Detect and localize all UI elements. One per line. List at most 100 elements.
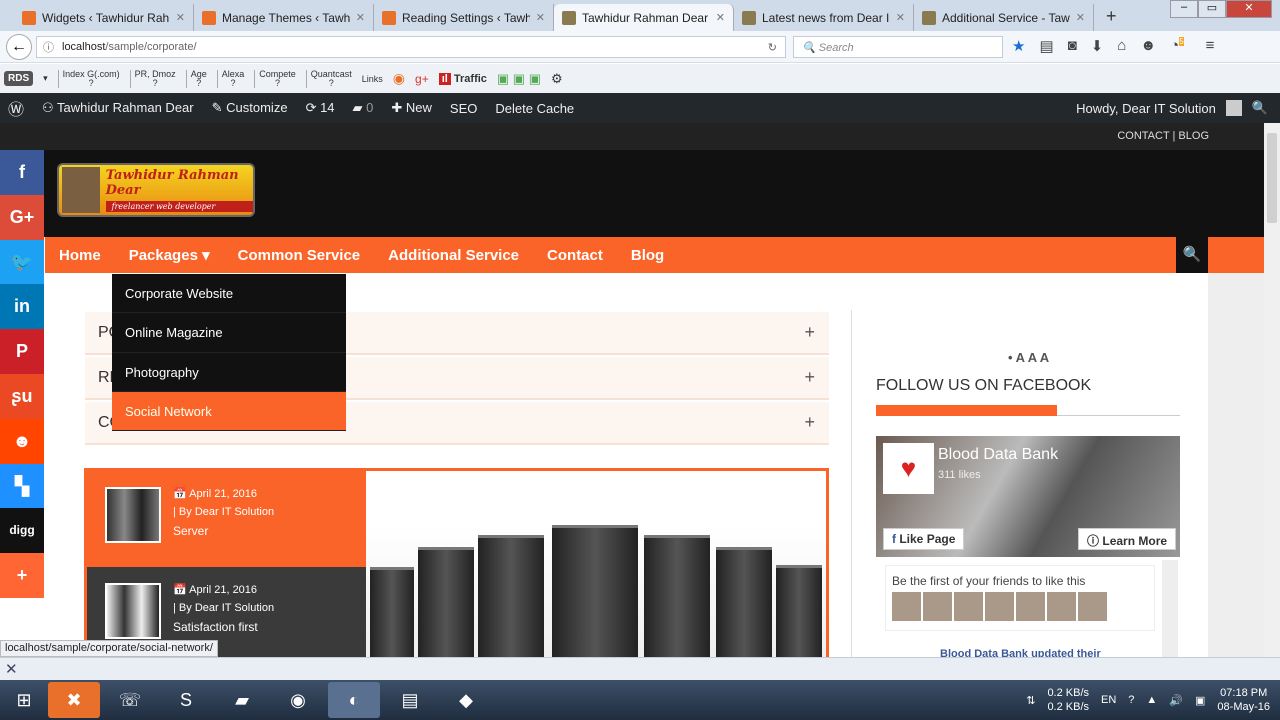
- home-icon[interactable]: ⌂: [1117, 37, 1126, 55]
- search-input[interactable]: 🔍 Search: [793, 36, 1003, 58]
- share-button[interactable]: P: [0, 329, 44, 374]
- featured-image[interactable]: [366, 471, 826, 657]
- close-icon[interactable]: ✕: [176, 11, 185, 24]
- help-icon[interactable]: ?: [1128, 694, 1134, 706]
- minimize-button[interactable]: –: [1170, 0, 1198, 18]
- nav-contact[interactable]: Contact: [533, 247, 617, 264]
- url-bar[interactable]: ⓘ localhost/sample/corporate/↻: [36, 36, 786, 58]
- page-scrollbar[interactable]: [1264, 123, 1280, 657]
- comments-link[interactable]: ▰ 0: [353, 100, 374, 116]
- tab-reading-settings[interactable]: Reading Settings ‹ Tawh... ✕: [374, 4, 554, 31]
- avatar[interactable]: [1225, 100, 1242, 116]
- volume-icon[interactable]: 🔊: [1169, 694, 1183, 707]
- network-icon[interactable]: ▣: [1195, 694, 1205, 707]
- menu-item-photography[interactable]: Photography: [112, 353, 346, 392]
- search-icon[interactable]: 🔍: [1252, 100, 1268, 116]
- settings-icon[interactable]: ⚙: [551, 71, 563, 87]
- reload-icon[interactable]: ↻: [768, 41, 777, 54]
- nav-additional-service[interactable]: Additional Service: [374, 247, 533, 264]
- explorer-app[interactable]: ▤: [384, 682, 436, 718]
- skype-app[interactable]: S: [160, 682, 212, 718]
- close-icon[interactable]: ✕: [5, 661, 18, 678]
- pr-stat[interactable]: PR, Dmoz?: [129, 69, 176, 88]
- close-icon[interactable]: ✕: [356, 11, 365, 24]
- fb-page-name[interactable]: Blood Data Bank: [938, 446, 1058, 464]
- customize-link[interactable]: ✎ Customize: [212, 100, 288, 116]
- tab-active[interactable]: Tawhidur Rahman Dear ... ✕: [554, 4, 734, 31]
- chat-icon[interactable]: ☻: [1140, 37, 1156, 55]
- new-tab-button[interactable]: +: [1106, 6, 1117, 27]
- like-page-button[interactable]: f Like Page: [883, 528, 965, 550]
- notes-app[interactable]: ▰: [216, 682, 268, 718]
- close-icon[interactable]: ✕: [1076, 11, 1085, 24]
- share-button[interactable]: +: [0, 553, 44, 598]
- viber-app[interactable]: ☏: [104, 682, 156, 718]
- site-logo[interactable]: Tawhidur Rahman Dear freelancer web devel…: [57, 163, 255, 217]
- menu-item-social-network[interactable]: Social Network: [112, 391, 346, 432]
- tab-latest-news[interactable]: Latest news from Dear I... ✕: [734, 4, 914, 31]
- share-button[interactable]: ʂu: [0, 373, 44, 419]
- chrome-app[interactable]: ◉: [272, 682, 324, 718]
- app-icon[interactable]: ◆: [440, 682, 492, 718]
- plus-icon[interactable]: +: [804, 412, 815, 433]
- language-indicator[interactable]: EN: [1101, 694, 1116, 706]
- back-button[interactable]: ←: [6, 34, 32, 60]
- new-link[interactable]: ✚ New: [391, 100, 432, 116]
- share-button[interactable]: 🐦: [0, 239, 44, 285]
- search-icon[interactable]: 🔍: [1176, 237, 1208, 273]
- plus-icon[interactable]: +: [804, 322, 815, 343]
- bookmark-star-icon[interactable]: ★: [1012, 37, 1025, 55]
- share-button[interactable]: G+: [0, 194, 44, 240]
- top-links[interactable]: CONTACT | BLOG: [0, 123, 1264, 150]
- close-icon[interactable]: ✕: [716, 11, 725, 24]
- nav-blog[interactable]: Blog: [617, 247, 678, 264]
- download-icon[interactable]: ⬇: [1091, 37, 1104, 55]
- gplus-icon[interactable]: g+: [415, 72, 429, 86]
- howdy-link[interactable]: Howdy, Dear IT Solution: [1076, 101, 1216, 116]
- share-button[interactable]: f: [0, 150, 44, 195]
- tab-additional-service[interactable]: Additional Service - Taw... ✕: [914, 4, 1094, 31]
- rds-button[interactable]: RDS: [4, 71, 34, 86]
- compete-stat[interactable]: Compete?: [254, 69, 296, 88]
- menu-icon[interactable]: ≡: [1206, 37, 1215, 55]
- clock[interactable]: 07:18 PM 08-May-16: [1217, 686, 1270, 714]
- addon-icon[interactable]: ◔5: [1170, 37, 1184, 55]
- quantcast-stat[interactable]: Quantcast?: [305, 69, 352, 88]
- nav-packages[interactable]: Packages ▾: [115, 246, 224, 264]
- site-name-link[interactable]: ⚇ Tawhidur Rahman Dear: [42, 100, 194, 116]
- post-item[interactable]: 📅 April 21, 2016 | By Dear IT Solution Ser…: [87, 471, 366, 567]
- delete-cache-link[interactable]: Delete Cache: [495, 101, 574, 116]
- fb-page-logo[interactable]: ♥: [883, 443, 934, 494]
- wordpress-icon[interactable]: Ⓦ: [8, 96, 24, 120]
- close-window-button[interactable]: ✕: [1226, 0, 1272, 18]
- firefox-app[interactable]: ◐: [328, 682, 380, 718]
- menu-item-online-magazine[interactable]: Online Magazine: [112, 313, 346, 353]
- xampp-app[interactable]: ✖: [48, 682, 100, 718]
- info-icon[interactable]: ⓘ: [43, 39, 54, 55]
- close-icon[interactable]: ✕: [536, 11, 545, 24]
- fb-post-preview[interactable]: Blood Data Bank updated their: [940, 648, 1101, 657]
- rss-icon[interactable]: ▣ ▣ ▣: [497, 71, 541, 87]
- maximize-button[interactable]: ▭: [1198, 0, 1226, 18]
- menu-item-corporate-website[interactable]: Corporate Website: [112, 274, 346, 314]
- rss-orange-icon[interactable]: ◉: [393, 70, 405, 87]
- learn-more-button[interactable]: ⓘ Learn More: [1078, 528, 1177, 550]
- links-stat[interactable]: Links: [362, 74, 383, 84]
- age-stat[interactable]: Age?: [185, 69, 207, 88]
- font-size-controls[interactable]: • A A A: [1008, 350, 1049, 365]
- index-stat[interactable]: Index G(.com)?: [57, 69, 120, 88]
- nav-common-service[interactable]: Common Service: [224, 247, 375, 264]
- start-button[interactable]: ⊞: [4, 682, 44, 718]
- reading-list-icon[interactable]: ▤: [1039, 37, 1053, 55]
- tab-manage-themes[interactable]: Manage Themes ‹ Tawh... ✕: [194, 4, 374, 31]
- seo-link[interactable]: SEO: [450, 101, 477, 116]
- share-button[interactable]: digg: [0, 508, 44, 554]
- plus-icon[interactable]: +: [804, 367, 815, 388]
- tab-widgets[interactable]: Widgets ‹ Tawhidur Rah... ✕: [14, 4, 194, 31]
- share-button[interactable]: in: [0, 284, 44, 330]
- alexa-stat[interactable]: Alexa?: [216, 69, 244, 88]
- close-icon[interactable]: ✕: [896, 11, 905, 24]
- share-button[interactable]: ☻: [0, 418, 44, 464]
- fb-scrollbar[interactable]: [1162, 560, 1178, 657]
- scroll-thumb[interactable]: [1267, 133, 1277, 223]
